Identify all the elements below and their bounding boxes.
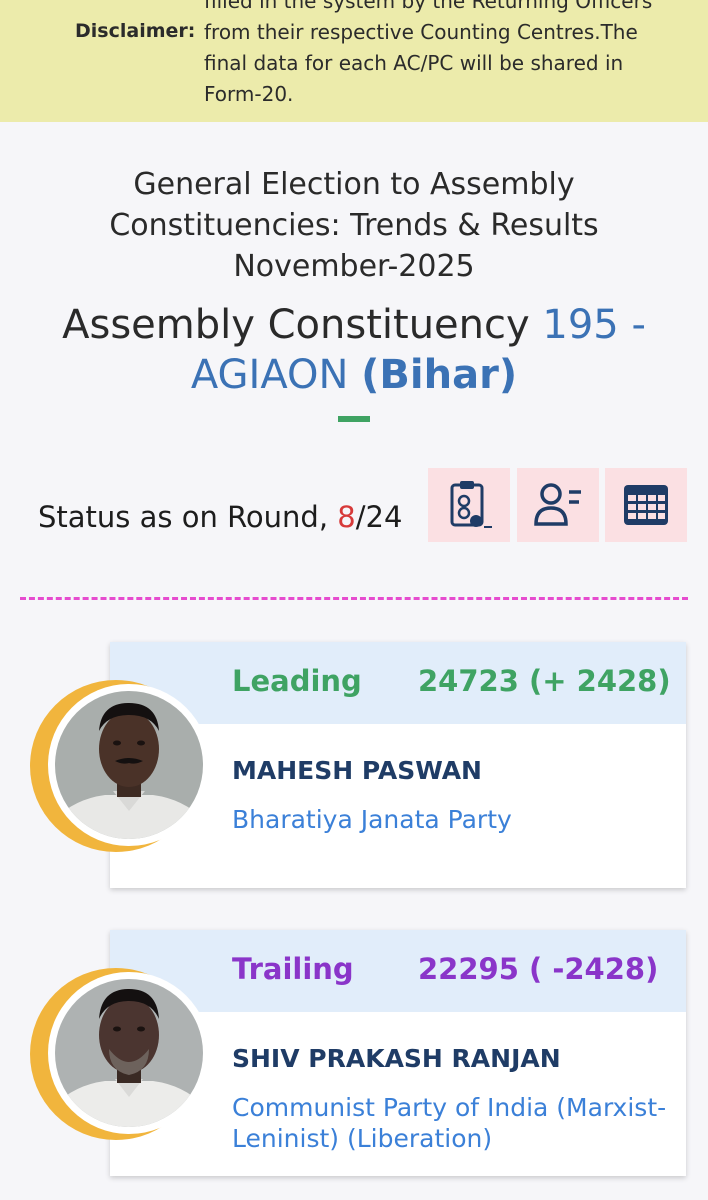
candidate-photo [48, 972, 210, 1134]
current-round: 8 [337, 500, 356, 534]
candidate-votes: 24723 (+ 2428) [418, 664, 671, 698]
state-name: (Bihar) [361, 352, 518, 398]
heading-underline [338, 416, 370, 422]
candidate-party: Bharatiya Janata Party [232, 805, 512, 834]
table-button[interactable] [605, 468, 687, 542]
candidate-card-header: Leading 24723 (+ 2428) [110, 642, 686, 724]
candidate-list-button[interactable] [517, 468, 599, 542]
candidate-party: Communist Party of India (Marxist-Lenini… [232, 1093, 667, 1153]
section-divider [20, 597, 688, 600]
report-button[interactable] [428, 468, 510, 542]
disclaimer-label: Disclaimer: [75, 20, 196, 42]
page-title: General Election to Assembly Constituenc… [109, 167, 599, 284]
round-status: Status as on Round, 8/24 [38, 500, 402, 534]
candidate-status: Trailing [232, 952, 354, 986]
constituency-prefix: Assembly Constituency [62, 302, 543, 348]
candidate-status: Leading [232, 664, 362, 698]
disclaimer-text: filled in the system by the Returning Of… [204, 0, 653, 106]
candidate-card-header: Trailing 22295 ( -2428) [110, 930, 686, 1012]
candidate-name: MAHESH PASWAN [232, 756, 482, 785]
candidate-votes: 22295 ( -2428) [418, 952, 659, 986]
disclaimer-banner: Disclaimer: filled in the system by the … [0, 0, 708, 122]
table-icon [624, 485, 668, 525]
candidate-portrait-image [55, 691, 203, 839]
candidate-photo [48, 684, 210, 846]
constituency-heading: Assembly Constituency 195 - AGIAON (Biha… [20, 300, 688, 400]
report-icon [450, 481, 492, 528]
round-status-prefix: Status as on Round, [38, 500, 338, 534]
candidate-name: SHIV PRAKASH RANJAN [232, 1044, 561, 1073]
candidate-portrait-image [55, 979, 203, 1127]
candidate-list-icon [534, 483, 581, 526]
total-rounds: /24 [355, 500, 403, 534]
